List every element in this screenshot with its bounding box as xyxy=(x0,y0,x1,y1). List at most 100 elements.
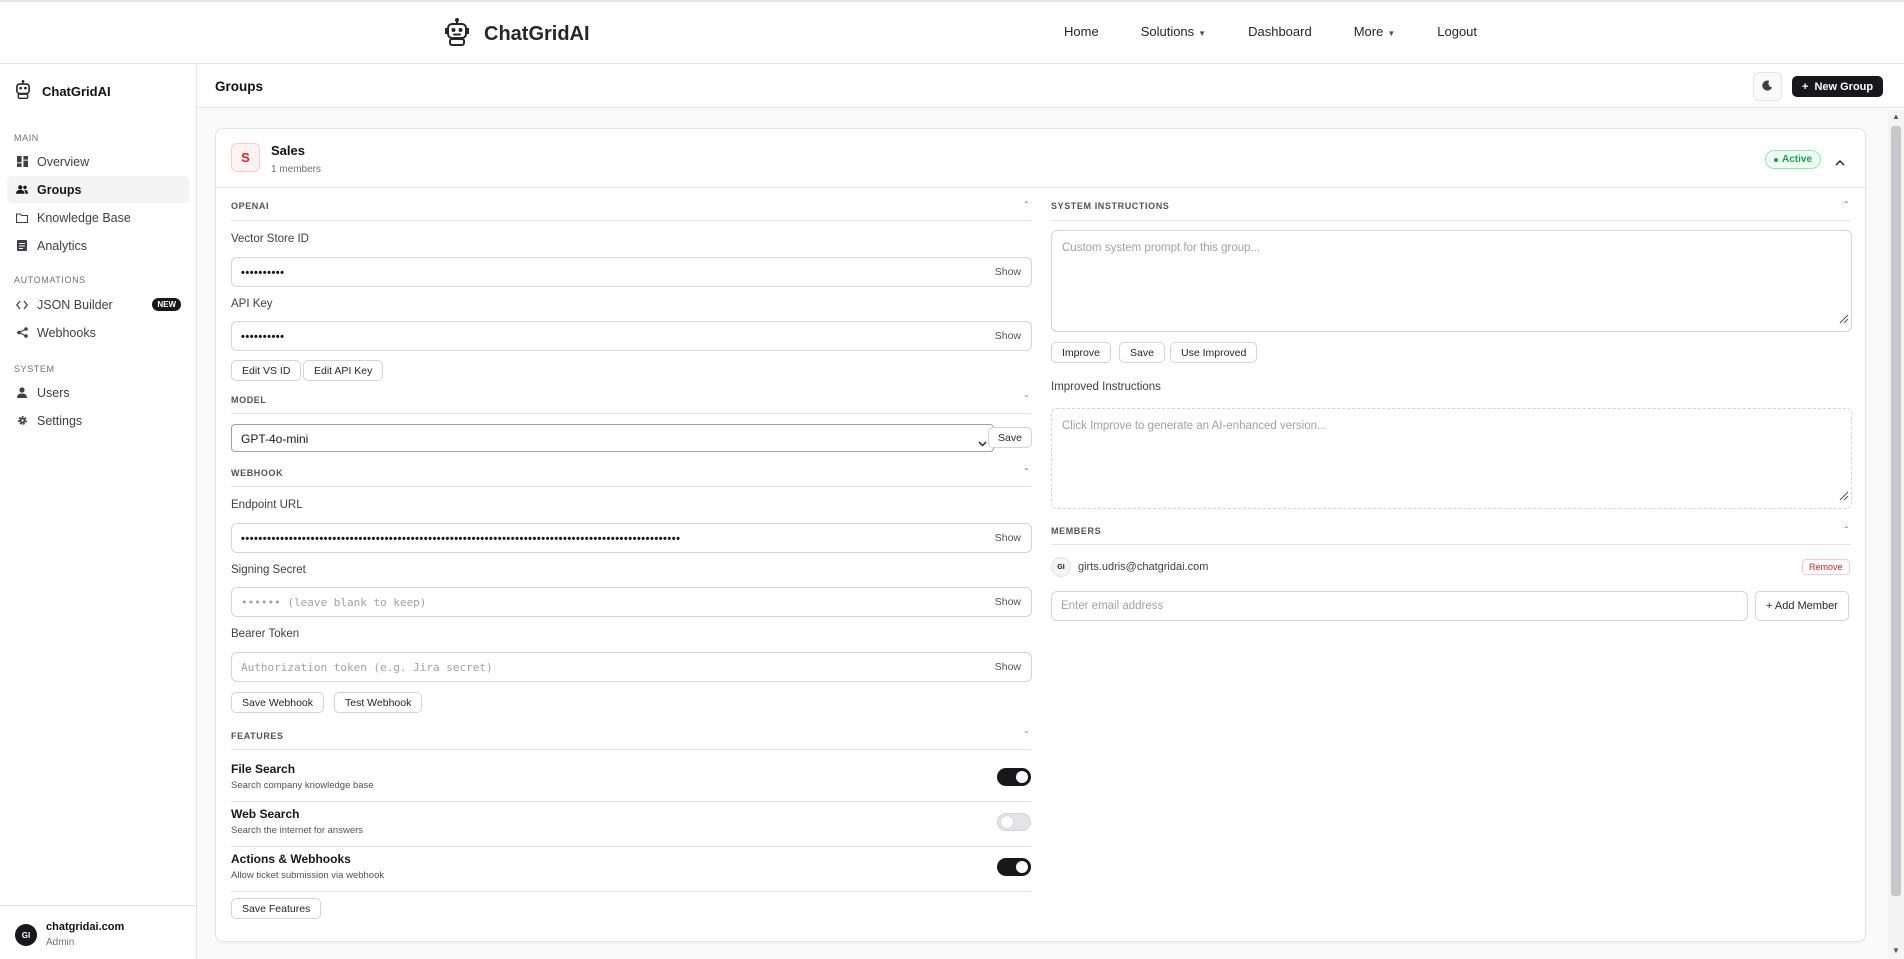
user-name: chatgridai.com xyxy=(46,921,125,933)
file-search-toggle[interactable] xyxy=(997,768,1031,786)
theme-toggle-button[interactable] xyxy=(1753,72,1782,101)
vector-store-label: Vector Store ID xyxy=(231,233,309,245)
use-improved-button[interactable]: Use Improved xyxy=(1170,342,1258,363)
user-role: Admin xyxy=(46,937,75,948)
chevron-up-icon[interactable]: ⌃ xyxy=(1023,394,1030,403)
chevron-up-icon[interactable]: ⌃ xyxy=(1843,525,1850,534)
sidebar-item-analytics[interactable]: Analytics xyxy=(7,232,189,259)
brand[interactable]: ChatGridAI xyxy=(444,18,590,51)
divider xyxy=(231,220,1031,221)
endpoint-url-label: Endpoint URL xyxy=(231,499,303,511)
member-email-input[interactable]: Enter email address xyxy=(1051,591,1748,621)
model-select-value: GPT-4o-mini xyxy=(241,432,309,446)
brand-name: ChatGridAI xyxy=(484,23,590,45)
test-webhook-button[interactable]: Test Webhook xyxy=(334,692,423,713)
feature-title: Web Search xyxy=(231,807,300,821)
sidebar-item-users[interactable]: Users xyxy=(7,379,189,406)
show-secret-button[interactable]: Show xyxy=(995,596,1021,608)
section-label-system: SYSTEM xyxy=(14,364,55,374)
page-header: Groups + New Group xyxy=(197,64,1904,108)
code-icon xyxy=(16,299,28,311)
save-features-button[interactable]: Save Features xyxy=(231,898,322,919)
edit-vs-id-button[interactable]: Edit VS ID xyxy=(231,360,302,381)
sidebar-item-json-builder[interactable]: JSON Builder NEW xyxy=(7,291,189,318)
sidebar-item-settings[interactable]: Settings xyxy=(7,407,189,434)
toggle-knob xyxy=(1001,816,1013,828)
section-webhook-title: WEBHOOK xyxy=(231,468,284,478)
sidebar-user[interactable]: GI chatgridai.com Admin xyxy=(0,905,196,959)
new-group-label: New Group xyxy=(1814,80,1874,93)
sidebar-item-label: Groups xyxy=(37,182,82,197)
group-card: S Sales 1 members Active OPENAI ⌃ Vector… xyxy=(215,128,1866,942)
divider xyxy=(231,486,1031,487)
show-vector-button[interactable]: Show xyxy=(995,266,1021,278)
nav-solutions[interactable]: Solutions ▼ xyxy=(1141,24,1206,39)
feature-title: Actions & Webhooks xyxy=(231,852,351,866)
edit-api-key-button[interactable]: Edit API Key xyxy=(303,360,384,381)
model-select[interactable]: GPT-4o-mini xyxy=(231,424,994,452)
system-prompt-textarea[interactable]: Custom system prompt for this group... xyxy=(1051,230,1852,332)
chevron-up-icon[interactable]: ⌃ xyxy=(1023,730,1030,739)
improved-instructions-textarea[interactable]: Click Improve to generate an AI-enhanced… xyxy=(1051,408,1852,509)
gear-icon xyxy=(16,415,28,427)
chevron-up-icon[interactable]: ⌃ xyxy=(1843,200,1850,209)
remove-member-button[interactable]: Remove xyxy=(1802,559,1850,575)
scrollbar-thumb[interactable] xyxy=(1891,126,1901,896)
show-endpoint-button[interactable]: Show xyxy=(995,532,1021,544)
top-menu: Home Solutions ▼ Dashboard More ▼ Logout xyxy=(1064,24,1519,39)
section-features-title: FEATURES xyxy=(231,731,284,741)
sidebar-item-label: Overview xyxy=(37,154,90,169)
signing-secret-placeholder: •••••• (leave blank to keep) xyxy=(241,596,427,609)
model-save-button[interactable]: Save xyxy=(988,427,1032,448)
scroll-down-icon[interactable]: ▼ xyxy=(1892,946,1900,955)
web-search-toggle[interactable] xyxy=(997,813,1031,831)
sidebar-item-webhooks[interactable]: Webhooks xyxy=(7,319,189,346)
scroll-up-icon[interactable]: ▲ xyxy=(1892,112,1900,121)
status-dot-icon xyxy=(1774,157,1778,162)
vector-store-field[interactable]: •••••••••• Show xyxy=(231,257,1032,287)
chevron-up-icon[interactable]: ⌃ xyxy=(1023,200,1030,209)
feature-title: File Search xyxy=(231,762,296,776)
nav-more[interactable]: More ▼ xyxy=(1354,24,1396,39)
sidebar-item-label: Settings xyxy=(37,413,83,428)
section-label-main: MAIN xyxy=(14,133,39,143)
endpoint-url-field[interactable]: ••••••••••••••••••••••••••••••••••••••••… xyxy=(231,523,1032,553)
save-webhook-button[interactable]: Save Webhook xyxy=(231,692,325,713)
actions-webhooks-toggle[interactable] xyxy=(997,858,1031,876)
section-members-title: MEMBERS xyxy=(1051,526,1102,536)
show-api-key-button[interactable]: Show xyxy=(995,330,1021,342)
api-key-field[interactable]: •••••••••• Show xyxy=(231,321,1032,351)
chevron-up-icon[interactable]: ⌃ xyxy=(1023,467,1030,476)
nav-dashboard[interactable]: Dashboard xyxy=(1248,24,1312,39)
section-label-automations: AUTOMATIONS xyxy=(14,275,86,285)
sidebar-item-knowledge-base[interactable]: Knowledge Base xyxy=(7,204,189,231)
sidebar-item-overview[interactable]: Overview xyxy=(7,148,189,175)
robot-logo-icon xyxy=(444,18,470,51)
chevron-up-icon[interactable] xyxy=(1835,153,1845,171)
add-member-button[interactable]: + Add Member xyxy=(1755,591,1849,621)
avatar: GI xyxy=(15,924,37,946)
new-group-button[interactable]: + New Group xyxy=(1792,76,1884,97)
feature-desc: Allow ticket submission via webhook xyxy=(231,870,385,881)
sidebar-item-groups[interactable]: Groups xyxy=(7,176,189,203)
section-instructions-title: SYSTEM INSTRUCTIONS xyxy=(1051,201,1170,211)
divider xyxy=(1051,220,1851,221)
improve-button[interactable]: Improve xyxy=(1051,342,1111,363)
users-icon xyxy=(16,184,28,196)
show-bearer-button[interactable]: Show xyxy=(995,661,1021,673)
save-instructions-button[interactable]: Save xyxy=(1119,342,1165,363)
sidebar-brand[interactable]: ChatGridAI xyxy=(14,80,111,102)
caret-down-icon: ▼ xyxy=(1387,29,1396,38)
sidebar-brand-name: ChatGridAI xyxy=(42,83,111,99)
nav-home[interactable]: Home xyxy=(1064,24,1099,39)
scrollbar[interactable]: ▲ ▼ xyxy=(1888,110,1904,959)
group-card-header[interactable]: S Sales 1 members Active xyxy=(216,129,1865,188)
resize-grip-icon[interactable] xyxy=(1837,488,1849,506)
chevron-down-icon xyxy=(978,434,987,452)
section-openai-title: OPENAI xyxy=(231,201,270,211)
resize-grip-icon[interactable] xyxy=(1837,311,1849,329)
page-title: Groups xyxy=(215,79,264,94)
nav-logout[interactable]: Logout xyxy=(1437,24,1477,39)
bearer-token-field[interactable]: Authorization token (e.g. Jira secret) S… xyxy=(231,652,1032,682)
signing-secret-field[interactable]: •••••• (leave blank to keep) Show xyxy=(231,587,1032,617)
